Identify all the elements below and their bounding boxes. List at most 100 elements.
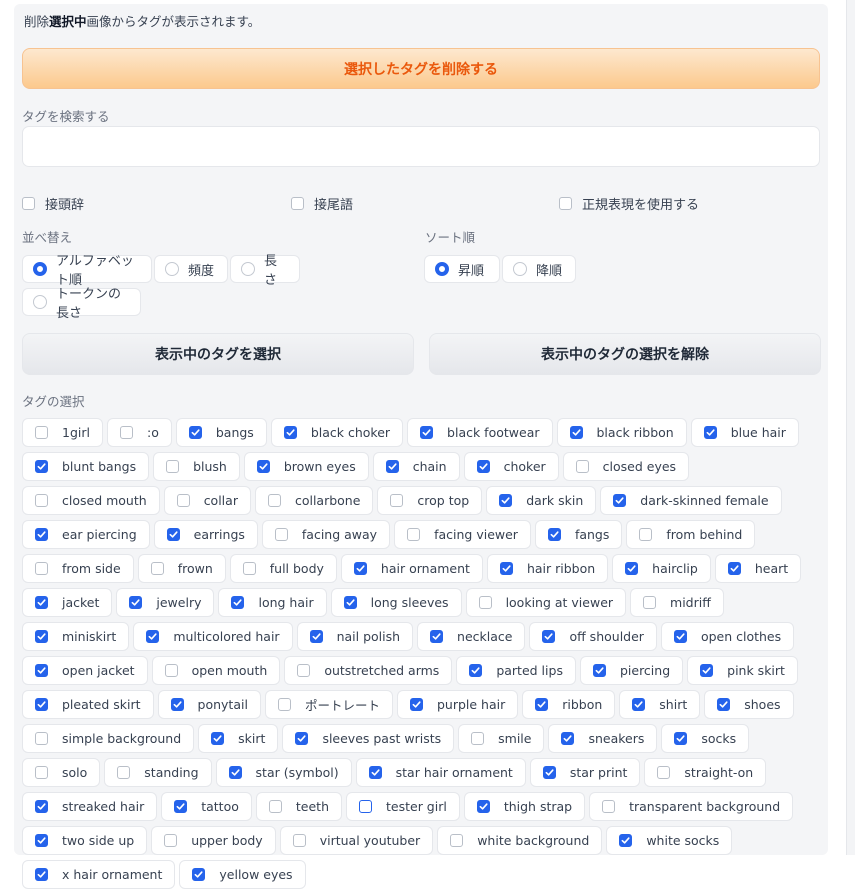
sort-frequency-radio[interactable]: 頻度 [154,255,228,283]
tag-option[interactable]: yellow eyes [179,860,306,889]
tag-option[interactable]: ポートレート [264,690,393,719]
tag-checkbox[interactable] [256,460,270,473]
tag-option[interactable]: black footwear [407,418,553,447]
tag-checkbox[interactable] [174,800,188,813]
tag-option[interactable]: teeth [255,792,342,821]
tag-option[interactable]: solo [22,758,101,787]
tag-option[interactable]: blunt bangs [22,452,150,481]
tag-option[interactable]: 1girl [22,418,103,447]
tag-checkbox[interactable] [35,732,48,745]
tag-option[interactable]: two side up [22,826,148,855]
tag-checkbox[interactable] [176,494,190,507]
tag-option[interactable]: white socks [606,826,733,855]
tag-checkbox[interactable] [499,562,513,575]
tag-checkbox[interactable] [700,664,714,677]
tag-checkbox[interactable] [35,800,48,813]
tag-checkbox[interactable] [268,800,282,813]
tag-checkbox[interactable] [535,698,549,711]
tag-option[interactable]: sleeves past wrists [282,724,455,753]
tag-option[interactable]: multicolored hair [133,622,293,651]
deselect-shown-tags-button[interactable]: 表示中のタグの選択を解除 [429,333,821,375]
tag-option[interactable]: upper body [151,826,276,855]
tag-checkbox[interactable] [119,426,133,439]
tag-checkbox[interactable] [476,460,490,473]
tag-checkbox[interactable] [430,630,444,643]
tag-checkbox[interactable] [547,528,561,541]
tag-option[interactable]: ear piercing [22,520,150,549]
prefix-option[interactable]: 接頭辞 [22,194,84,213]
tag-option[interactable]: thigh strap [463,792,586,821]
tag-checkbox[interactable] [575,460,589,473]
tag-option[interactable]: collar [163,486,251,515]
tag-option[interactable]: facing away [261,520,391,549]
tag-option[interactable]: tattoo [161,792,252,821]
tag-option[interactable]: purple hair [396,690,519,719]
tag-option[interactable]: open jacket [22,656,148,685]
tag-option[interactable]: from behind [626,520,756,549]
tag-option[interactable]: miniskirt [22,622,130,651]
tag-checkbox[interactable] [499,494,513,507]
tag-option[interactable]: full body [229,554,337,583]
tag-option[interactable]: transparent background [589,792,794,821]
tag-option[interactable]: looking at viewer [465,588,627,617]
tag-option[interactable]: star print [529,758,641,787]
tag-option[interactable]: closed mouth [22,486,160,515]
tag-option[interactable]: hairclip [612,554,711,583]
tag-option[interactable]: star hair ornament [355,758,526,787]
tag-checkbox[interactable] [35,868,48,881]
tag-checkbox[interactable] [164,834,178,847]
suffix-checkbox[interactable] [291,197,304,210]
tag-checkbox[interactable] [476,800,490,813]
tag-checkbox[interactable] [643,596,657,609]
tag-option[interactable]: frown [137,554,226,583]
tag-checkbox[interactable] [129,596,143,609]
tag-option[interactable]: tester girl [346,792,460,821]
tag-option[interactable]: ponytail [157,690,261,719]
tag-option[interactable]: sneakers [548,724,658,753]
tag-option[interactable]: pleated skirt [22,690,154,719]
tag-checkbox[interactable] [673,630,687,643]
tag-checkbox[interactable] [471,732,485,745]
tag-checkbox[interactable] [674,732,688,745]
tag-checkbox[interactable] [164,664,178,677]
tag-checkbox[interactable] [150,562,164,575]
tag-checkbox[interactable] [478,596,492,609]
tag-checkbox[interactable] [295,732,309,745]
tag-checkbox[interactable] [420,426,434,439]
sort-alphabetical-radio[interactable]: アルファベット順 [22,254,152,288]
tag-option[interactable]: off shoulder [529,622,657,651]
tag-checkbox[interactable] [35,766,48,779]
tag-checkbox[interactable] [292,834,306,847]
tag-checkbox[interactable] [542,630,556,643]
tag-option[interactable]: fangs [534,520,623,549]
tag-option[interactable]: piercing [579,656,684,685]
regex-option[interactable]: 正規表現を使用する [559,194,699,213]
tag-checkbox[interactable] [35,664,48,677]
tag-option[interactable]: shoes [704,690,794,719]
tag-option[interactable]: long sleeves [330,588,462,617]
tag-checkbox[interactable] [192,868,206,881]
tag-checkbox[interactable] [35,460,48,473]
tag-checkbox[interactable] [353,562,367,575]
tag-checkbox[interactable] [35,596,48,609]
tag-checkbox[interactable] [309,630,323,643]
tag-checkbox[interactable] [561,732,575,745]
tag-checkbox[interactable] [146,630,160,643]
tag-checkbox[interactable] [542,766,556,779]
tag-checkbox[interactable] [359,800,372,813]
sort-token-length-radio[interactable]: トークンの長さ [22,287,141,321]
tag-checkbox[interactable] [35,528,48,541]
tag-option[interactable]: blue hair [690,418,799,447]
tag-checkbox[interactable] [170,698,184,711]
tag-option[interactable]: simple background [22,724,195,753]
tag-checkbox[interactable] [166,528,180,541]
tag-checkbox[interactable] [35,494,48,507]
tag-checkbox[interactable] [407,528,421,541]
tag-option[interactable]: black choker [270,418,404,447]
tag-checkbox[interactable] [592,664,606,677]
tag-option[interactable]: brown eyes [243,452,369,481]
tag-option[interactable]: open mouth [151,656,281,685]
tag-option[interactable]: straight-on [644,758,767,787]
tag-option[interactable]: :o [106,418,172,447]
tag-option[interactable]: standing [104,758,212,787]
